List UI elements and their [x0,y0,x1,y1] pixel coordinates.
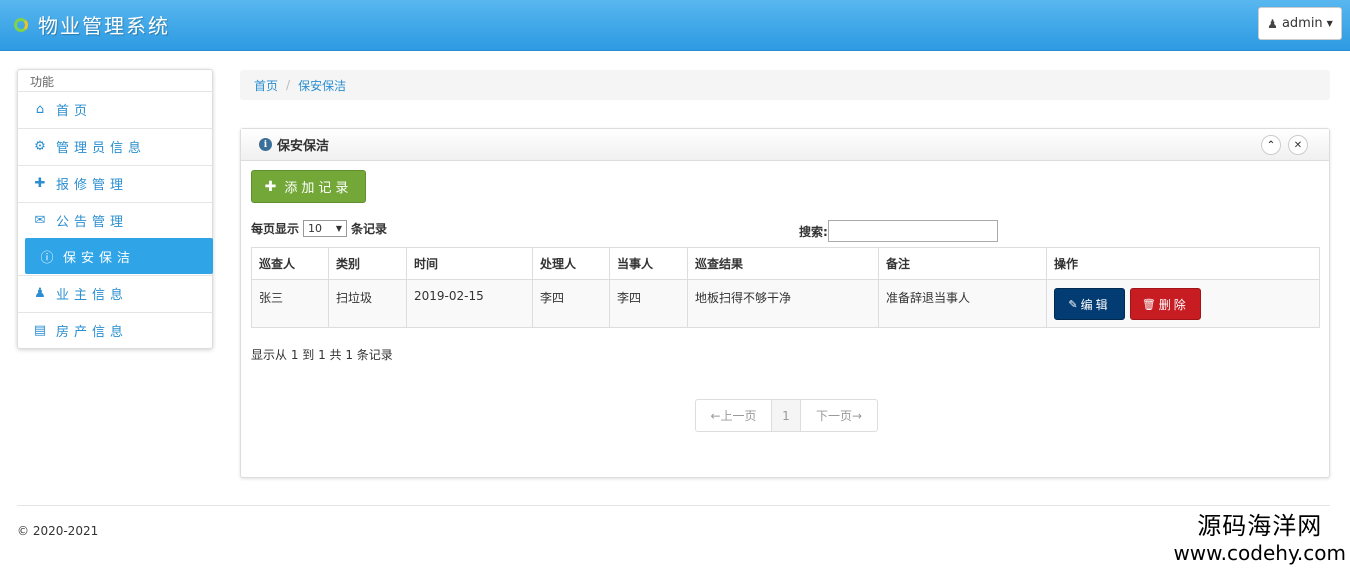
envelope-icon: ✉ [34,213,46,228]
panel-header: i 保安保洁 [241,129,1329,161]
cell-inspector: 张三 [251,279,329,328]
panel-title: 保安保洁 [277,139,330,154]
user-icon: ♟ [1267,16,1278,31]
close-icon: ✕ [1293,139,1303,151]
table-header-row: 巡查人 类别 时间 处理人 当事人 巡查结果 备注 操作 [251,247,1320,280]
sidebar-item-label: 管理员信息 [56,141,147,156]
pagination: ←上一页 1 下一页→ [695,399,878,432]
column-header[interactable]: 备注 [878,247,1047,280]
sidebar-item-repair[interactable]: ✚ 报修管理 [18,165,212,201]
sidebar-item-label: 房产信息 [56,325,129,340]
content-panel: i 保安保洁 ⌃ ✕ ✚ 添加记录 每页显示 10 ▼ 条记录 搜索: 巡查人 … [240,128,1330,478]
add-record-button[interactable]: ✚ 添加记录 [251,170,366,203]
edit-button[interactable]: ✎ 编辑 [1054,288,1125,320]
breadcrumb-home-link[interactable]: 首页 [254,77,278,94]
page-length-select[interactable]: 10 ▼ [303,220,348,237]
sidebar-item-security-cleaning[interactable]: ⓘ 保安保洁 [25,238,213,274]
column-header[interactable]: 巡查结果 [687,247,879,280]
watermark: 源码海洋网 www.codehy.com [1173,512,1346,566]
select-arrow-icon: ▼ [335,224,343,233]
trash-icon: 🗑 [1141,297,1156,311]
top-navbar: 物业管理系统 ♟ admin ▼ [0,0,1350,51]
cell-category: 扫垃圾 [328,279,407,328]
brand[interactable]: 物业管理系统 [12,10,170,39]
home-icon: ⌂ [35,102,45,117]
breadcrumb: 首页 / 保安保洁 [240,70,1330,100]
prev-page-button[interactable]: ←上一页 [696,400,772,431]
cell-remark: 准备辞退当事人 [878,279,1047,328]
close-button[interactable]: ✕ [1288,135,1308,155]
plus-icon: ✚ [264,178,277,195]
user-name: admin [1281,16,1323,31]
sidebar-heading: 功能 [30,75,55,89]
app-title: 物业管理系统 [38,14,170,38]
user-menu-button[interactable]: ♟ admin ▼ [1258,7,1342,40]
column-header[interactable]: 操作 [1046,247,1320,280]
breadcrumb-separator: / [286,78,291,92]
delete-label: 删除 [1158,297,1189,312]
sidebar-item-label: 报修管理 [56,178,129,193]
page-length-control: 每页显示 10 ▼ 条记录 [251,220,387,237]
edit-label: 编辑 [1080,297,1111,312]
sidebar-item-property-info[interactable]: ▤ 房产信息 [18,312,212,348]
search-input[interactable] [827,220,998,242]
perpage-prefix: 每页显示 [251,222,300,236]
collapse-button[interactable]: ⌃ [1261,135,1281,155]
column-header[interactable]: 处理人 [532,247,610,280]
next-page-button[interactable]: 下一页→ [801,400,877,431]
cell-time: 2019-02-15 [406,279,533,328]
column-header[interactable]: 当事人 [609,247,688,280]
cell-handler: 李四 [532,279,610,328]
column-header[interactable]: 时间 [406,247,533,280]
cell-result: 地板扫得不够干净 [687,279,879,328]
column-header[interactable]: 类别 [328,247,407,280]
delete-button[interactable]: 🗑 删除 [1129,288,1201,320]
caret-down-icon: ▼ [1326,19,1333,28]
cell-party: 李四 [609,279,688,328]
watermark-line1: 源码海洋网 [1197,512,1323,540]
logo-icon [12,15,32,35]
info-icon: ⓘ [40,250,54,266]
gear-icon: ⚙ [34,139,46,154]
column-header[interactable]: 巡查人 [251,247,329,280]
footer-copyright: © 2020-2021 [17,524,99,538]
wrench-icon: ✚ [34,176,46,191]
sidebar-item-label: 首页 [56,104,93,119]
sidebar-item-admin-info[interactable]: ⚙ 管理员信息 [18,128,212,164]
sidebar-item-owner-info[interactable]: ♟ 业主信息 [18,275,212,311]
table-info: 显示从 1 到 1 共 1 条记录 [251,348,393,362]
sidebar: 功能 ⌂ 首页 ⚙ 管理员信息 ✚ 报修管理 ✉ 公告管理 ⓘ 保安保洁 ♟ 业… [17,69,213,349]
sidebar-item-label: 公告管理 [56,215,129,230]
watermark-line2: www.codehy.com [1173,541,1346,565]
cell-actions: ✎ 编辑 🗑 删除 [1046,279,1320,328]
sidebar-item-notice[interactable]: ✉ 公告管理 [18,202,212,238]
search-control: 搜索: [799,220,998,242]
footer-divider [17,505,1330,506]
perpage-suffix: 条记录 [351,222,388,236]
breadcrumb-current-link[interactable]: 保安保洁 [298,77,346,94]
info-icon: i [259,138,272,151]
user-icon: ♟ [34,286,46,301]
add-record-label: 添加记录 [284,181,353,196]
sidebar-item-label: 保安保洁 [63,250,136,266]
records-table: 巡查人 类别 时间 处理人 当事人 巡查结果 备注 操作 张三 扫垃圾 2019… [251,247,1320,328]
edit-icon: ✎ [1068,297,1078,311]
search-label: 搜索: [799,224,828,239]
sidebar-item-home[interactable]: ⌂ 首页 [18,91,212,127]
page-length-value: 10 [308,222,323,235]
list-icon: ▤ [33,323,47,338]
sidebar-item-label: 业主信息 [56,288,129,303]
chevron-up-icon: ⌃ [1266,139,1276,151]
table-row: 张三 扫垃圾 2019-02-15 李四 李四 地板扫得不够干净 准备辞退当事人… [251,279,1320,328]
page-number-button[interactable]: 1 [772,400,801,431]
